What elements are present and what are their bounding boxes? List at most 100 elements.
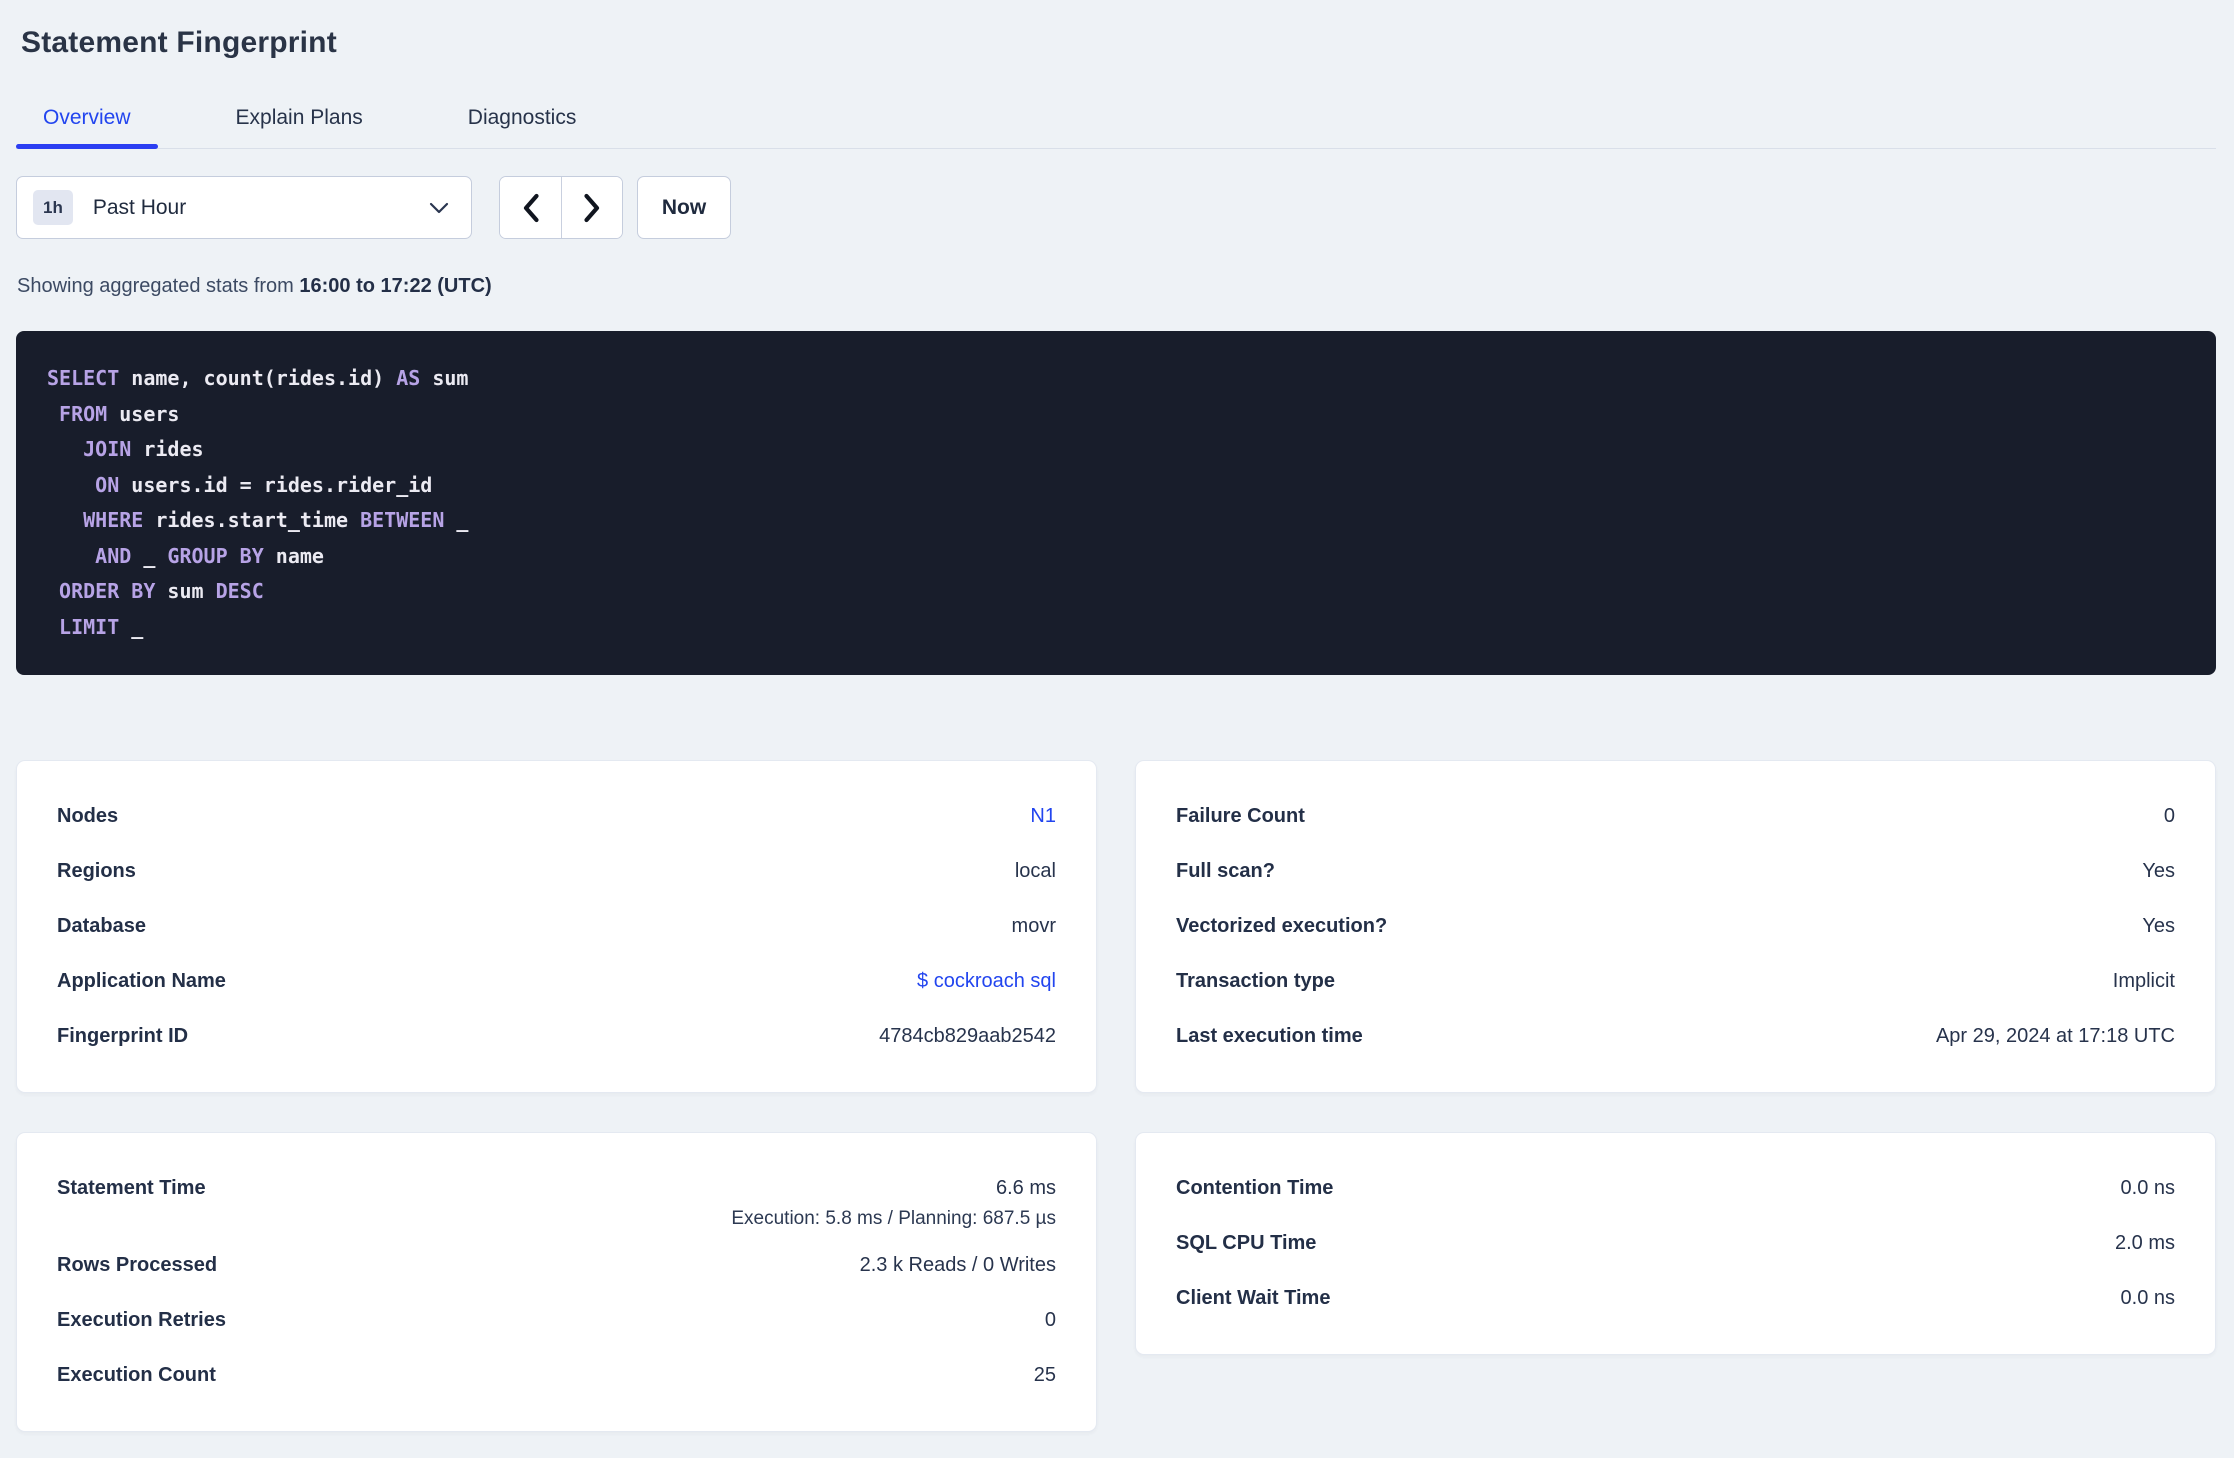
sql-line: JOIN rides [47,432,2185,468]
row-label: Transaction type [1176,970,1335,992]
row-value: 0 [2163,805,2175,827]
time-range-badge: 1h [33,190,73,225]
time-range-dropdown[interactable]: 1h Past Hour [16,176,472,239]
card-row: Regions local [57,844,1056,899]
node-n1-link[interactable]: N1 [1030,805,1056,828]
card-row-main: SQL CPU Time 2.0 ms [1176,1216,2175,1271]
row-label: Regions [57,860,136,882]
card-row: Vectorized execution? Yes [1176,899,2175,954]
row-label: SQL CPU Time [1176,1232,1317,1254]
sql-line: SELECT name, count(rides.id) AS sum [47,361,2185,397]
chevron-left-icon [523,193,539,222]
sql-keyword: ON [95,472,120,497]
card-row: Statement Time 6.6 ms Execution: 5.8 ms / … [57,1161,1056,1238]
statement-fingerprint-page: Statement Fingerprint Overview Explain Pl… [0,0,2234,1432]
execution-details-card: Failure Count 0 Full scan? Yes Vectorized ex… [1135,760,2216,1093]
card-row: Execution Count 25 [57,1348,1056,1403]
sql-keyword: SELECT [47,366,120,390]
sql-line: LIMIT _ [47,610,2185,646]
sql-keyword: FROM [59,401,108,426]
row-value: Yes [2142,915,2175,937]
row-value: 2.0 ms [2114,1232,2175,1254]
sql-statement-box: SELECT name, count(rides.id) AS sum FROM… [16,331,2216,675]
time-interval-nav [499,176,623,239]
sql-keyword: BETWEEN [360,508,445,532]
sql-text: _ [131,543,168,568]
next-interval-button[interactable] [561,177,622,238]
page-title: Statement Fingerprint [21,26,337,59]
sql-text: name, count(rides.id) [119,366,397,390]
row-value: Implicit [2112,970,2175,992]
card-row: Database movr [57,899,1056,954]
aggregation-note-prefix: Showing aggregated stats from [17,275,294,297]
row-value: 2.3 k Reads / 0 Writes [859,1254,1056,1276]
row-label: Database [57,915,146,937]
time-range-value: Past Hour [92,195,187,219]
row-subvalue: Execution: 5.8 ms / Planning: 687.5 µs [731,1208,1056,1229]
time-controls: 1h Past Hour Now [16,176,2216,239]
sql-keyword: JOIN [83,437,132,461]
sql-text: sum [420,366,469,390]
sql-text: _ [119,614,144,639]
card-row: Application Name $ cockroach sql [57,954,1056,1009]
card-row-main: Contention Time 0.0 ns [1176,1161,2175,1216]
card-row-main: Nodes N1 [57,789,1056,844]
sql-text: users.id = rides.rider_id [119,472,433,497]
sql-keyword: AS [396,366,421,390]
row-value: Apr 29, 2024 at 17:18 UTC [1935,1025,2175,1047]
row-label: Contention Time [1176,1177,1334,1199]
sql-line: FROM users [47,397,2185,433]
row-value: 0.0 ns [2120,1287,2175,1309]
row-value: 0.0 ns [2120,1177,2175,1199]
card-row-main: Rows Processed 2.3 k Reads / 0 Writes [57,1238,1056,1293]
card-row: Failure Count 0 [1176,789,2175,844]
card-row-main: Transaction type Implicit [1176,954,2175,1009]
card-row-main: Regions local [57,844,1056,899]
sql-keyword: ORDER BY [59,579,156,603]
row-label: Full scan? [1176,860,1275,882]
row-label: Application Name [57,970,226,992]
card-row: Execution Retries 0 [57,1293,1056,1348]
now-button[interactable]: Now [637,176,731,239]
card-row: Nodes N1 [57,789,1056,844]
tab-diagnostics[interactable]: Diagnostics [441,104,604,148]
row-value: 0 [1044,1309,1056,1331]
sql-keyword: DESC [215,579,264,603]
row-value: 25 [1033,1364,1056,1386]
tab-overview[interactable]: Overview [16,104,158,149]
row-label: Client Wait Time [1176,1287,1331,1309]
row-label: Execution Count [57,1364,216,1386]
card-row-main: Fingerprint ID 4784cb829aab2542 [57,1009,1056,1064]
sql-text: rides [131,437,204,461]
row-value: 6.6 ms [995,1177,1056,1199]
card-row: Contention Time 0.0 ns [1176,1161,2175,1216]
application-name-link[interactable]: $ cockroach sql [917,970,1056,993]
tab-explain-plans[interactable]: Explain Plans [209,104,390,148]
previous-interval-button[interactable] [500,177,561,238]
sql-text: users [107,401,180,426]
card-row: Rows Processed 2.3 k Reads / 0 Writes [57,1238,1056,1293]
card-row: Fingerprint ID 4784cb829aab2542 [57,1009,1056,1064]
row-value: movr [1011,915,1056,937]
aggregated-range: 16:00 to 17:22 (UTC) [299,275,492,297]
card-row-main: Execution Retries 0 [57,1293,1056,1348]
card-row-main: Last execution time Apr 29, 2024 at 17:18… [1176,1009,2175,1064]
row-value: Yes [2142,860,2175,882]
sql-line: ORDER BY sum DESC [47,574,2185,610]
sql-line: AND _ GROUP BY name [47,539,2185,575]
card-row-main: Application Name $ cockroach sql [57,954,1056,1009]
aggregation-note: Showing aggregated stats from 16:00 to 1… [17,275,2216,298]
sql-keyword: GROUP BY [167,543,264,568]
row-label: Vectorized execution? [1176,915,1388,937]
row-label: Rows Processed [57,1254,218,1276]
row-value: local [1014,860,1056,882]
card-row-main: Failure Count 0 [1176,789,2175,844]
sql-text: rides.start_time [143,508,361,532]
sql-text: name [263,543,324,568]
sql-line: WHERE rides.start_time BETWEEN _ [47,503,2185,539]
